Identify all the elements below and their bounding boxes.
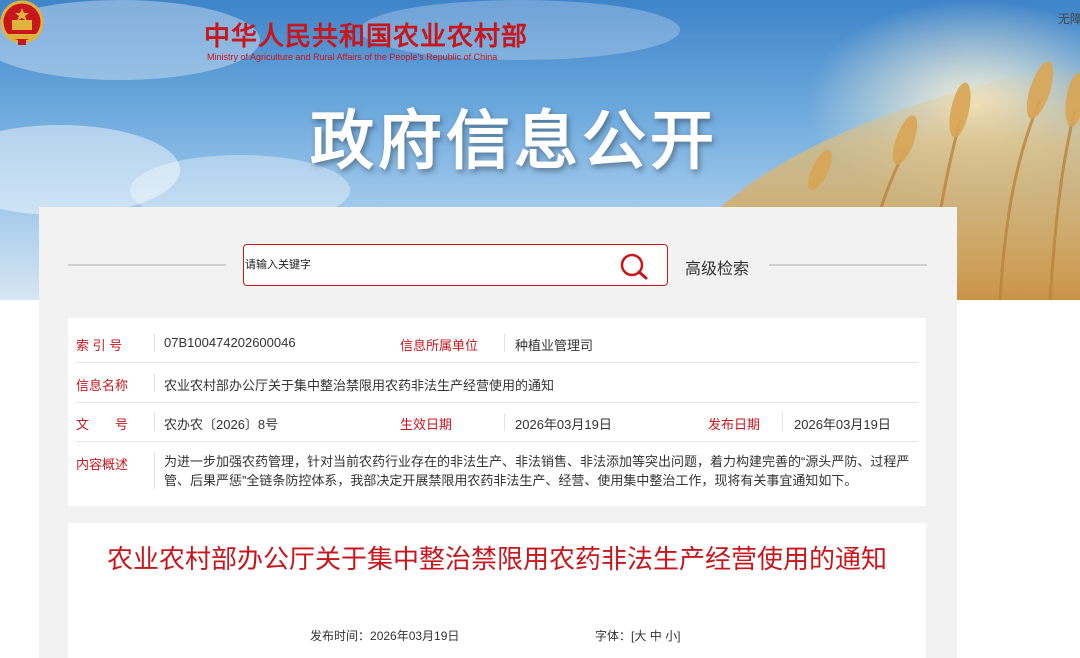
- advanced-search-link[interactable]: 高级检索: [685, 255, 749, 279]
- index-label: 索 引 号: [76, 338, 123, 353]
- divider: [504, 334, 505, 352]
- divider: [154, 453, 155, 489]
- unit-label: 信息所属单位: [400, 338, 479, 353]
- section-title: 政府信息公开: [310, 105, 718, 179]
- summary-label: 内容概述: [76, 457, 129, 472]
- publish-date-label: 发布日期: [708, 417, 761, 432]
- metadata-row-summary: 内容概述 为进一步加强农药管理，针对当前农药行业存在的非法生产、非法销售、非法添…: [76, 442, 918, 500]
- national-emblem-icon: [0, 0, 44, 45]
- index-value: 07B100474202600046: [164, 335, 296, 350]
- search-bar: [243, 244, 668, 286]
- document-title: 农业农村部办公厅关于集中整治禁限用农药非法生产经营使用的通知: [106, 545, 887, 575]
- divider: [154, 374, 155, 392]
- publish-time-label: 发布时间：: [310, 629, 371, 643]
- metadata-row-name: 信息名称 农业农村部办公厅关于集中整治禁限用农药非法生产经营使用的通知: [76, 363, 918, 403]
- divider: [154, 413, 155, 431]
- divider: [154, 334, 155, 352]
- search-input[interactable]: [245, 246, 605, 284]
- info-metadata-table: 索 引 号 07B100474202600046 信息所属单位 种植业管理司 信…: [68, 318, 926, 506]
- docno-value: 农办农〔2026〕8号: [164, 417, 279, 432]
- divider: [504, 413, 505, 431]
- font-small-option[interactable]: 小: [665, 629, 677, 643]
- search-divider-right: [769, 264, 927, 266]
- name-label: 信息名称: [76, 378, 129, 393]
- summary-text: 为进一步加强农药管理，针对当前农药行业存在的非法生产、非法销售、非法添加等突出问…: [164, 454, 910, 488]
- document-card: 农业农村部办公厅关于集中整治禁限用农药非法生产经营使用的通知 发布时间：2026…: [68, 523, 926, 658]
- font-size-switcher: 字体：[大 中 小]: [595, 627, 680, 644]
- search-divider-left: [68, 264, 226, 266]
- publish-date-value: 2026年03月19日: [794, 417, 891, 432]
- effective-date-value: 2026年03月19日: [515, 417, 612, 432]
- ministry-name-cn: 中华人民共和国农业农村部: [204, 22, 529, 52]
- divider: [782, 413, 783, 431]
- font-large-option[interactable]: 大: [634, 629, 646, 643]
- font-size-label: 字体：: [595, 629, 632, 643]
- metadata-row-docno: 文 号 农办农〔2026〕8号 生效日期 2026年03月19日 发布日期 20…: [76, 403, 918, 442]
- name-value: 农业农村部办公厅关于集中整治禁限用农药非法生产经营使用的通知: [164, 378, 555, 393]
- effective-date-label: 生效日期: [400, 417, 453, 432]
- font-medium-option[interactable]: 中: [650, 629, 662, 643]
- accessibility-link[interactable]: 无障: [1058, 10, 1080, 27]
- metadata-row-index: 索 引 号 07B100474202600046 信息所属单位 种植业管理司: [76, 324, 918, 363]
- publish-time-value: 2026年03月19日: [370, 629, 460, 643]
- docno-label: 文 号: [76, 417, 129, 432]
- bracket-close: ]: [677, 629, 681, 643]
- search-icon[interactable]: [618, 252, 650, 280]
- ministry-name-en: Ministry of Agriculture and Rural Affair…: [207, 52, 498, 62]
- publish-time: 发布时间：2026年03月19日: [310, 627, 459, 644]
- unit-value: 种植业管理司: [515, 338, 594, 353]
